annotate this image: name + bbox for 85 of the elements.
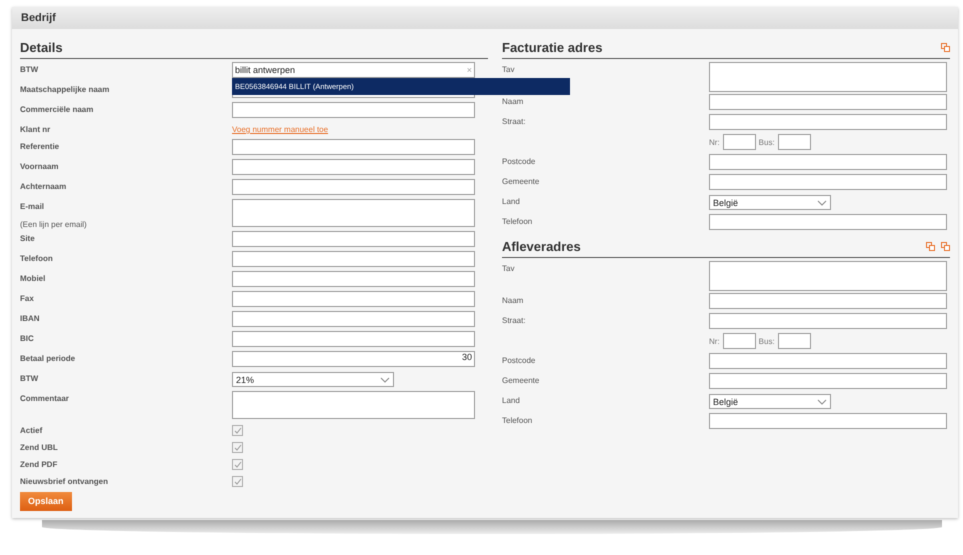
section-heading: Details (20, 40, 63, 55)
field-label: Telefoon (502, 217, 534, 226)
input-field[interactable] (232, 139, 475, 155)
chevron-icon (380, 376, 390, 382)
field-label: Bus: (758, 138, 775, 146)
input-field[interactable] (709, 413, 947, 429)
field-label: Naam (502, 296, 524, 305)
field-label: Maatschappelijke naam (20, 85, 110, 94)
field-label: Voornaam (20, 162, 60, 171)
text-area[interactable] (232, 391, 475, 419)
input-field[interactable] (709, 313, 947, 329)
input-field[interactable] (232, 311, 475, 327)
search-field[interactable]: billit antwerpen × (232, 62, 475, 78)
number-field[interactable]: 30 (232, 351, 475, 367)
input-field[interactable] (778, 134, 811, 150)
field-label: Tav (502, 264, 516, 273)
input-field[interactable] (232, 271, 475, 287)
field-label: Telefoon (502, 416, 534, 425)
chevron-icon (817, 200, 827, 206)
field-label: Land (502, 197, 521, 206)
field-label: BIC (20, 334, 35, 343)
input-field[interactable] (709, 293, 947, 309)
field-label: Land (502, 396, 521, 405)
field-label: Straat: (502, 316, 527, 325)
input-field[interactable] (709, 373, 947, 389)
input-field[interactable] (709, 154, 947, 170)
text-area[interactable] (709, 261, 947, 291)
field-label: Gemeente (502, 376, 540, 385)
input-field[interactable] (709, 114, 947, 130)
checkbox[interactable] (232, 442, 243, 453)
text-area[interactable] (232, 199, 475, 227)
input-field[interactable] (232, 159, 475, 175)
field-label: Commentaar (20, 394, 70, 403)
field-label: Site (20, 234, 36, 243)
field-label: Zend UBL (20, 443, 59, 452)
chevron-icon (817, 398, 827, 404)
checkbox[interactable] (232, 459, 243, 470)
text-area[interactable] (709, 62, 947, 92)
field-label: Fax (20, 294, 35, 303)
field-label: E-mail (20, 202, 46, 211)
field-label: BTW (20, 65, 40, 74)
checkbox[interactable] (232, 425, 243, 436)
field-label: Nr: (709, 138, 720, 146)
field-label: Telefoon (20, 254, 54, 263)
input-field[interactable] (232, 179, 475, 195)
input-field[interactable] (709, 174, 947, 190)
field-label: Naam (502, 97, 524, 106)
section-heading: Facturatie adres (502, 40, 602, 55)
field-label: BTW (20, 374, 40, 383)
field-label: Betaal periode (20, 354, 76, 363)
vat-select[interactable]: 21% (232, 372, 394, 387)
field-label: Postcode (502, 157, 536, 166)
input-field[interactable] (709, 94, 947, 110)
field-note: (Een lijn per email) (20, 220, 88, 229)
field-label: Tav (502, 65, 516, 74)
field-label: Nieuwsbrief ontvangen (20, 477, 110, 486)
input-field[interactable] (232, 102, 475, 118)
input-field[interactable] (232, 231, 475, 247)
field-label: Commerciële naam (20, 105, 94, 114)
field-label: Mobiel (20, 274, 46, 283)
input-field[interactable] (722, 134, 756, 150)
field-label: Actief (20, 426, 44, 435)
field-label: Klant nr (20, 125, 52, 134)
copy-icon[interactable] (941, 43, 950, 52)
input-field[interactable] (232, 291, 475, 307)
field-label: Nr: (709, 336, 720, 346)
section-heading: Afleveradres (502, 239, 581, 254)
input-field[interactable] (709, 353, 947, 369)
input-field[interactable] (709, 214, 947, 230)
field-label: IBAN (20, 314, 41, 323)
country-select[interactable]: België (709, 195, 831, 210)
field-label: Postcode (502, 356, 536, 365)
field-label: Achternaam (20, 182, 68, 191)
field-label: Straat: (502, 117, 527, 126)
input-field[interactable] (232, 251, 475, 267)
input-field[interactable] (722, 333, 756, 349)
panel-title: Bedrijf (21, 12, 56, 24)
field-label: Bus: (758, 336, 775, 346)
input-field[interactable] (232, 331, 475, 347)
checkbox[interactable] (232, 476, 243, 487)
input-field[interactable] (778, 333, 811, 349)
country-select[interactable]: België (709, 394, 831, 409)
field-label: Referentie (20, 142, 60, 151)
field-label: Gemeente (502, 177, 540, 186)
field-label: Zend PDF (20, 460, 58, 469)
